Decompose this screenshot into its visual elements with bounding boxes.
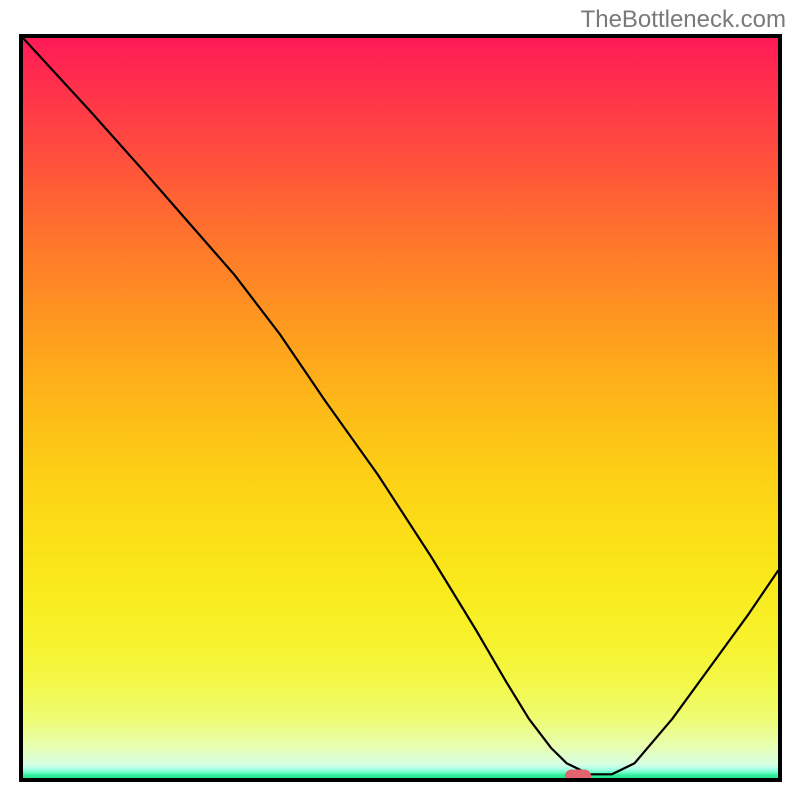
plot-area bbox=[19, 34, 782, 782]
optimum-marker bbox=[565, 769, 591, 782]
chart-container: TheBottleneck.com bbox=[0, 0, 800, 800]
bottleneck-curve-path bbox=[23, 38, 778, 774]
curve-svg bbox=[23, 38, 778, 778]
watermark-text: TheBottleneck.com bbox=[581, 6, 786, 34]
